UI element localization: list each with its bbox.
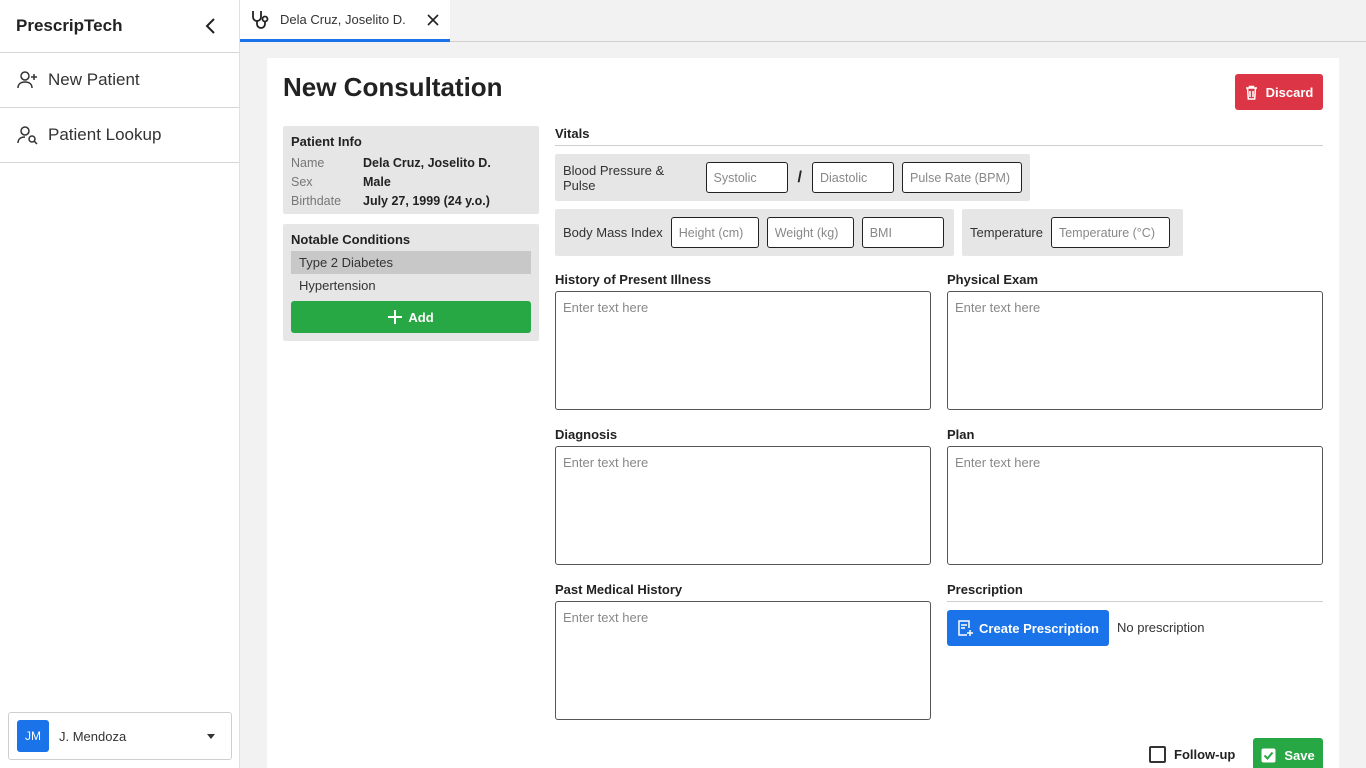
patient-info-title: Patient Info <box>291 134 362 149</box>
caret-down-icon <box>207 733 215 739</box>
create-prescription-label: Create Prescription <box>979 620 1099 636</box>
conditions-panel: Notable Conditions Type 2 Diabetes Hyper… <box>283 224 539 341</box>
temperature-label: Temperature <box>970 225 1043 240</box>
vitals-title: Vitals <box>555 126 590 141</box>
info-key: Name <box>291 155 325 170</box>
sidebar-item-patient-lookup[interactable]: Patient Lookup <box>0 108 239 163</box>
sidebar: PrescripTech New Patient Patient Lookup … <box>0 0 240 768</box>
consultation-card: New Consultation Discard Patient Info Na… <box>267 58 1339 768</box>
plus-icon <box>388 310 403 324</box>
info-row-name: Name Dela Cruz, Joselito D. <box>291 153 531 172</box>
sidebar-header: PrescripTech <box>0 0 239 53</box>
stethoscope-icon <box>248 8 272 32</box>
pmh-textarea[interactable] <box>555 601 931 720</box>
info-row-birthdate: Birthdate July 27, 1999 (24 y.o.) <box>291 191 531 210</box>
info-row-sex: Sex Male <box>291 172 531 191</box>
discard-label: Discard <box>1265 84 1314 100</box>
info-value: July 27, 1999 (24 y.o.) <box>363 193 490 208</box>
prescription-divider <box>947 601 1323 602</box>
bmi-group: Body Mass Index <box>555 209 954 256</box>
tab-bar: Dela Cruz, Joselito D. <box>240 0 1366 42</box>
save-label: Save <box>1284 747 1315 763</box>
info-key: Birthdate <box>291 193 342 208</box>
bmi-input[interactable] <box>861 217 944 248</box>
temperature-input[interactable] <box>1050 217 1170 248</box>
brand-name: PrescripTech <box>16 16 123 35</box>
plan-textarea[interactable] <box>947 446 1323 565</box>
create-prescription-button[interactable]: Create Prescription <box>947 610 1109 646</box>
bp-separator: / <box>797 168 802 186</box>
hpi-textarea[interactable] <box>555 291 931 410</box>
avatar: JM <box>17 720 49 752</box>
trash-icon <box>1245 85 1257 100</box>
patient-info-panel: Patient Info Name Dela Cruz, Joselito D.… <box>283 126 539 214</box>
systolic-input[interactable] <box>705 162 788 193</box>
conditions-title: Notable Conditions <box>291 232 411 247</box>
height-input[interactable] <box>670 217 759 248</box>
vitals-divider <box>555 145 1323 146</box>
followup-label: Follow-up <box>1174 747 1236 762</box>
sidebar-item-new-patient[interactable]: New Patient <box>0 53 239 108</box>
pulse-rate-input[interactable] <box>902 162 1022 193</box>
prescription-label: Prescription <box>947 582 1023 597</box>
user-menu[interactable]: JM J. Mendoza <box>8 712 232 760</box>
sidebar-item-label: Patient Lookup <box>48 125 162 144</box>
bmi-label: Body Mass Index <box>563 225 663 240</box>
close-icon[interactable] <box>424 11 442 29</box>
page-title: New Consultation <box>283 72 503 102</box>
diagnosis-textarea[interactable] <box>555 446 931 565</box>
user-search-icon <box>16 123 40 147</box>
checkbox-box[interactable] <box>1149 746 1166 763</box>
condition-item[interactable]: Type 2 Diabetes <box>291 251 531 274</box>
diagnosis-label: Diagnosis <box>555 427 618 442</box>
tab-label: Dela Cruz, Joselito D. <box>280 12 406 27</box>
diastolic-input[interactable] <box>812 162 894 193</box>
user-name: J. Mendoza <box>59 728 127 744</box>
physical-exam-textarea[interactable] <box>947 291 1323 410</box>
info-key: Sex <box>291 174 313 189</box>
plan-label: Plan <box>947 427 975 442</box>
condition-item[interactable]: Hypertension <box>291 274 531 297</box>
prescription-status: No prescription <box>1117 620 1205 635</box>
weight-input[interactable] <box>766 217 854 248</box>
physical-exam-label: Physical Exam <box>947 272 1039 287</box>
bp-pulse-group: Blood Pressure & Pulse / <box>555 154 1030 201</box>
hpi-label: History of Present Illness <box>555 272 712 287</box>
info-value: Dela Cruz, Joselito D. <box>363 155 491 170</box>
add-condition-button[interactable]: Add <box>291 301 531 333</box>
bp-pulse-label: Blood Pressure & Pulse <box>563 162 665 193</box>
followup-checkbox[interactable]: Follow-up <box>1149 746 1235 763</box>
tab-patient[interactable]: Dela Cruz, Joselito D. <box>240 0 450 42</box>
discard-button[interactable]: Discard <box>1235 74 1323 110</box>
sidebar-item-label: New Patient <box>48 70 140 89</box>
chevron-left-icon[interactable] <box>199 14 223 38</box>
prescription-icon <box>958 619 974 636</box>
temperature-group: Temperature <box>962 209 1183 256</box>
info-value: Male <box>363 174 391 189</box>
check-save-icon <box>1261 748 1276 762</box>
save-button[interactable]: Save <box>1253 738 1323 768</box>
add-label: Add <box>408 309 434 325</box>
user-plus-icon <box>16 68 40 92</box>
pmh-label: Past Medical History <box>555 582 683 597</box>
